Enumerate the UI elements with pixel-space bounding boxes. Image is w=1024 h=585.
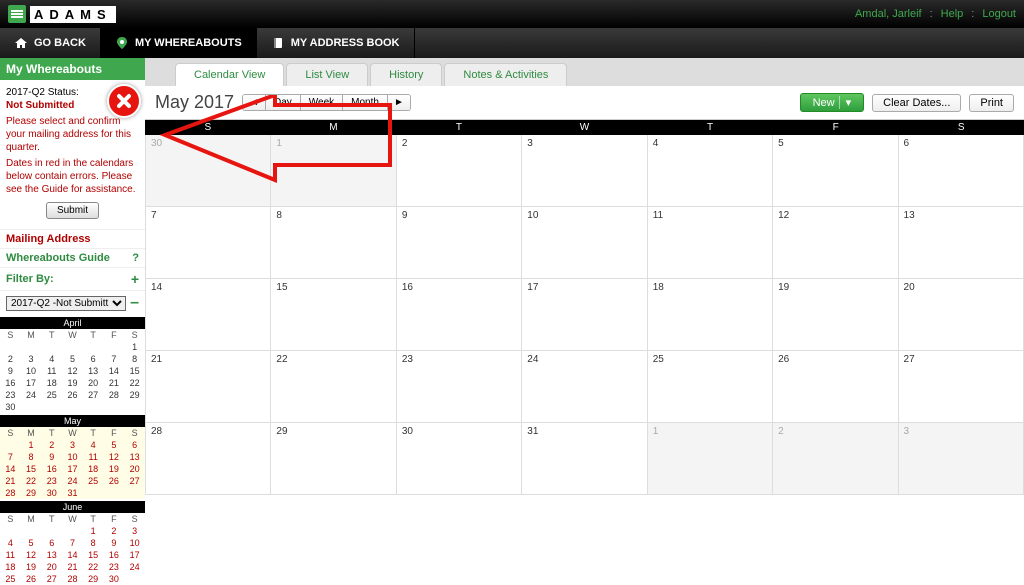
status-msg-2: Dates in red in the calendars below cont… xyxy=(6,157,139,196)
calendar-day-cell[interactable]: 14 xyxy=(145,279,271,351)
remove-filter-icon[interactable]: – xyxy=(130,294,139,312)
status-panel: 2017-Q2 Status: Not Submitted Please sel… xyxy=(0,80,145,229)
calendar-day-cell[interactable]: 25 xyxy=(648,351,773,423)
add-filter-icon[interactable]: + xyxy=(131,271,139,287)
calendar-day-cell[interactable]: 19 xyxy=(773,279,898,351)
calendar-day-cell[interactable]: 3 xyxy=(899,423,1024,495)
separator: : xyxy=(930,8,933,20)
calendar-day-cell[interactable]: 20 xyxy=(899,279,1024,351)
month-button[interactable]: Month xyxy=(343,95,388,110)
calendar-day-cell[interactable]: 21 xyxy=(145,351,271,423)
calendar-title: May 2017 xyxy=(155,92,234,113)
new-button[interactable]: New ▾ xyxy=(800,93,865,112)
calendar-day-cell[interactable]: 28 xyxy=(145,423,271,495)
pin-icon xyxy=(115,36,129,50)
calendar-day-cell[interactable]: 7 xyxy=(145,207,271,279)
mailing-label: Mailing Address xyxy=(6,233,91,245)
sidebar-title: My Whereabouts xyxy=(0,58,145,80)
book-icon xyxy=(271,36,285,50)
range-switch: ◄ Day Week Month ► xyxy=(242,94,411,111)
clear-dates-button[interactable]: Clear Dates... xyxy=(872,94,961,112)
home-icon xyxy=(14,36,28,50)
calendar-day-cell[interactable]: 30 xyxy=(397,423,522,495)
filter-select-row: 2017-Q2 -Not Submitt – xyxy=(0,290,145,315)
month-calendar: SMTWTFS 30123456789101112131415161718192… xyxy=(145,119,1024,495)
calendar-header: SMTWTFS xyxy=(145,120,1024,135)
calendar-day-cell[interactable]: 22 xyxy=(271,351,396,423)
calendar-day-cell[interactable]: 17 xyxy=(522,279,647,351)
view-tabs: Calendar View List View History Notes & … xyxy=(145,58,1024,86)
tab-calendar-view[interactable]: Calendar View xyxy=(175,63,284,86)
calendar-day-cell[interactable]: 8 xyxy=(271,207,396,279)
calendar-body: 3012345678910111213141516171819202122232… xyxy=(145,135,1024,495)
calendar-controls: May 2017 ◄ Day Week Month ► New ▾ Clear D… xyxy=(145,86,1024,119)
calendar-day-cell[interactable]: 1 xyxy=(271,135,396,207)
user-link[interactable]: Amdal, Jarleif xyxy=(855,8,922,20)
filter-select[interactable]: 2017-Q2 -Not Submitt xyxy=(6,296,126,311)
next-button[interactable]: ► xyxy=(388,95,410,110)
calendar-day-cell[interactable]: 26 xyxy=(773,351,898,423)
filter-label: Filter By: xyxy=(6,273,54,285)
status-label: 2017-Q2 Status: xyxy=(6,87,79,98)
main-nav: GO BACK MY WHEREABOUTS MY ADDRESS BOOK xyxy=(0,28,1024,58)
tab-history[interactable]: History xyxy=(370,63,442,86)
calendar-day-cell[interactable]: 4 xyxy=(648,135,773,207)
calendar-day-cell[interactable]: 16 xyxy=(397,279,522,351)
mini-calendar-june[interactable]: JuneSMTWTFS12345678910111213141516171819… xyxy=(0,501,145,585)
logout-link[interactable]: Logout xyxy=(982,8,1016,20)
new-label: New xyxy=(813,97,835,109)
status-value: Not Submitted xyxy=(6,100,74,111)
calendar-day-cell[interactable]: 29 xyxy=(271,423,396,495)
filter-by-row: Filter By: + xyxy=(0,267,145,290)
brand-logo: ADAMS xyxy=(8,5,116,23)
tab-notes[interactable]: Notes & Activities xyxy=(444,63,567,86)
calendar-day-cell[interactable]: 3 xyxy=(522,135,647,207)
chevron-down-icon: ▾ xyxy=(839,96,852,109)
main-area: Calendar View List View History Notes & … xyxy=(145,58,1024,585)
submit-button[interactable]: Submit xyxy=(46,202,99,219)
nav-label: MY WHEREABOUTS xyxy=(135,37,242,49)
calendar-day-cell[interactable]: 11 xyxy=(648,207,773,279)
calendar-day-cell[interactable]: 12 xyxy=(773,207,898,279)
calendar-day-cell[interactable]: 2 xyxy=(397,135,522,207)
calendar-day-cell[interactable]: 31 xyxy=(522,423,647,495)
calendar-day-cell[interactable]: 1 xyxy=(648,423,773,495)
calendar-day-cell[interactable]: 27 xyxy=(899,351,1024,423)
mini-calendar-may[interactable]: MaySMTWTFS123456789101112131415161718192… xyxy=(0,415,145,499)
calendar-day-cell[interactable]: 5 xyxy=(773,135,898,207)
error-icon xyxy=(107,84,141,118)
logo-icon xyxy=(8,5,26,23)
day-button[interactable]: Day xyxy=(266,95,301,110)
nav-address-book[interactable]: MY ADDRESS BOOK xyxy=(257,28,415,58)
brand-text: ADAMS xyxy=(30,6,116,23)
status-msg-1: Please select and confirm your mailing a… xyxy=(6,115,139,154)
nav-go-back[interactable]: GO BACK xyxy=(0,28,101,58)
calendar-day-cell[interactable]: 23 xyxy=(397,351,522,423)
mailing-address-link[interactable]: Mailing Address xyxy=(0,229,145,248)
print-button[interactable]: Print xyxy=(969,94,1014,112)
mini-calendar-april[interactable]: AprilSMTWTFS1234567891011121314151617181… xyxy=(0,317,145,413)
calendar-day-cell[interactable]: 2 xyxy=(773,423,898,495)
calendar-day-cell[interactable]: 30 xyxy=(145,135,271,207)
guide-label: Whereabouts Guide xyxy=(6,252,110,264)
sidebar: My Whereabouts 2017-Q2 Status: Not Submi… xyxy=(0,58,145,585)
calendar-day-cell[interactable]: 13 xyxy=(899,207,1024,279)
calendar-day-cell[interactable]: 9 xyxy=(397,207,522,279)
calendar-day-cell[interactable]: 15 xyxy=(271,279,396,351)
help-link[interactable]: Help xyxy=(941,8,964,20)
nav-label: GO BACK xyxy=(34,37,86,49)
tab-list-view[interactable]: List View xyxy=(286,63,368,86)
calendar-day-cell[interactable]: 18 xyxy=(648,279,773,351)
separator: : xyxy=(971,8,974,20)
whereabouts-guide-link[interactable]: Whereabouts Guide? xyxy=(0,248,145,267)
app-topbar: ADAMS Amdal, Jarleif : Help : Logout xyxy=(0,0,1024,28)
help-icon[interactable]: ? xyxy=(132,252,139,264)
calendar-day-cell[interactable]: 24 xyxy=(522,351,647,423)
prev-button[interactable]: ◄ xyxy=(243,95,266,110)
nav-label: MY ADDRESS BOOK xyxy=(291,37,400,49)
nav-my-whereabouts[interactable]: MY WHEREABOUTS xyxy=(101,28,257,58)
calendar-day-cell[interactable]: 6 xyxy=(899,135,1024,207)
week-button[interactable]: Week xyxy=(301,95,343,110)
calendar-day-cell[interactable]: 10 xyxy=(522,207,647,279)
